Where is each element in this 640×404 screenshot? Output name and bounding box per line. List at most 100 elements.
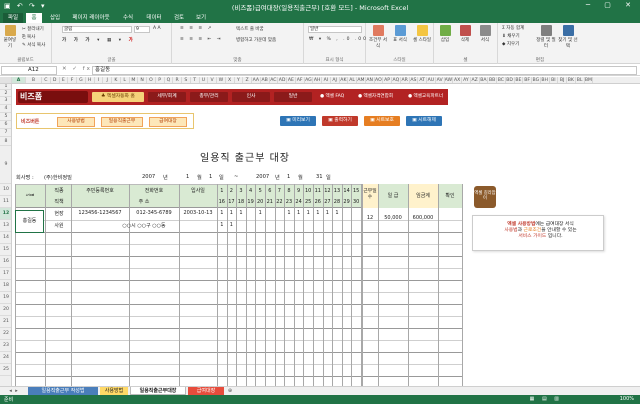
tab-home[interactable]: 홈 <box>26 13 42 23</box>
font-size-select[interactable]: 9 <box>134 26 150 33</box>
row-header-6[interactable]: 6 <box>0 121 11 129</box>
format-cells-button[interactable]: 서식 <box>476 25 494 43</box>
column-header-v[interactable]: V <box>208 77 217 83</box>
column-header-g[interactable]: G <box>77 77 86 83</box>
unprotect-sheet-button[interactable]: ▣ 시트해제 <box>406 116 442 126</box>
add-sheet-icon[interactable]: ⊕ <box>226 387 234 395</box>
column-header-j[interactable]: J <box>103 77 112 83</box>
column-header-ad[interactable]: AD <box>278 77 287 83</box>
formula-input[interactable]: 홍길동 <box>92 66 637 75</box>
column-header-w[interactable]: W <box>217 77 226 83</box>
print-button[interactable]: ▣ 출력하기 <box>322 116 358 126</box>
column-header-an[interactable]: AN <box>366 77 375 83</box>
column-header-bm[interactable]: BM <box>585 77 594 83</box>
row-header-23[interactable]: 23 <box>0 340 11 352</box>
column-header-aq[interactable]: AQ <box>392 77 401 83</box>
column-header-o[interactable]: O <box>147 77 156 83</box>
link-excel-edu[interactable]: ● 엑셀교육파트너 <box>408 92 443 102</box>
row-header-10[interactable]: 10 <box>0 184 11 196</box>
column-header-n[interactable]: N <box>138 77 147 83</box>
nav-general[interactable]: 일반 <box>274 92 312 102</box>
column-header-ax[interactable]: AX <box>453 77 462 83</box>
tab-view[interactable]: 보기 <box>192 13 210 23</box>
row-header-14[interactable]: 14 <box>0 232 11 244</box>
attendance-mark[interactable]: 1 <box>227 210 237 216</box>
clear-button[interactable]: ◆ 지우기 <box>502 41 519 47</box>
column-header-be[interactable]: BE <box>515 77 524 83</box>
column-header-ab[interactable]: AB <box>261 77 270 83</box>
column-header-ap[interactable]: AP <box>383 77 392 83</box>
attendance-mark[interactable]: 1 <box>227 222 237 228</box>
row-header-15[interactable]: 15 <box>0 244 11 256</box>
number-format-buttons[interactable]: ₩ ▾ % , .0 .00 <box>309 37 368 42</box>
row-header-4[interactable]: 4 <box>0 105 11 113</box>
column-header-k[interactable]: K <box>112 77 121 83</box>
window-controls[interactable]: ─ ▢ ✕ <box>586 1 637 9</box>
cell-styles-button[interactable]: 셀 스타일 <box>412 25 432 43</box>
column-header-bi[interactable]: BI <box>550 77 559 83</box>
row-header-11[interactable]: 11 <box>0 196 11 208</box>
column-header-aj[interactable]: AJ <box>331 77 340 83</box>
attendance-mark[interactable]: 1 <box>217 210 227 216</box>
nav-tax-accounting[interactable]: 세무/회계 <box>148 92 186 102</box>
column-header-bg[interactable]: BG <box>532 77 541 83</box>
column-header-am[interactable]: AM <box>357 77 366 83</box>
excel-guide-icon[interactable]: 엑셀 길라잡이 <box>474 186 496 208</box>
sheet-tab-payroll[interactable]: 급여대장 <box>188 387 224 395</box>
column-header-i[interactable]: I <box>95 77 104 83</box>
column-header-bl[interactable]: BL <box>576 77 585 83</box>
row-header-9[interactable]: 9 <box>0 146 11 184</box>
zoom-level[interactable]: 100% <box>620 396 634 402</box>
view-buttons[interactable]: ▦ ▤ ▥ <box>530 396 562 402</box>
column-header-aw[interactable]: AW <box>445 77 454 83</box>
column-header-d[interactable]: D <box>51 77 60 83</box>
tab-insert[interactable]: 삽입 <box>45 13 65 23</box>
attendance-mark[interactable]: 1 <box>323 210 333 216</box>
column-header-q[interactable]: Q <box>165 77 174 83</box>
tab-file[interactable]: 파일 <box>3 13 23 23</box>
column-header-bj[interactable]: BJ <box>558 77 567 83</box>
attendance-mark[interactable]: 1 <box>313 210 323 216</box>
sheet-tab-guide[interactable]: 일용직출근부 작성법 <box>28 387 98 395</box>
row-header-13[interactable]: 13 <box>0 220 11 232</box>
autosum-button[interactable]: Σ 자동 합계 <box>502 25 524 31</box>
column-header-ae[interactable]: AE <box>287 77 296 83</box>
column-header-s[interactable]: S <box>182 77 191 83</box>
name-box[interactable]: A12 <box>1 66 57 75</box>
column-header-h[interactable]: H <box>86 77 95 83</box>
formula-buttons[interactable]: ✕ ✓ fx <box>62 66 92 72</box>
how-to-use-button[interactable]: 사용방법 <box>57 117 95 127</box>
column-header-l[interactable]: L <box>121 77 130 83</box>
cell-position[interactable]: 사원 <box>47 222 71 229</box>
column-header-bc[interactable]: BC <box>497 77 506 83</box>
column-header-ba[interactable]: BA <box>480 77 489 83</box>
column-header-ay[interactable]: AY <box>462 77 471 83</box>
column-header-ai[interactable]: AI <box>322 77 331 83</box>
number-format-select[interactable]: 일반 <box>308 26 362 33</box>
attendance-mark[interactable]: 1 <box>294 210 304 216</box>
column-header-f[interactable]: F <box>68 77 77 83</box>
format-painter-button[interactable]: ✎ 서식 복사 <box>22 42 45 48</box>
bizform-logo[interactable]: 비즈폼 <box>18 91 88 103</box>
sheet-nav-arrows[interactable]: ◂ ▸ <box>2 387 26 395</box>
wrap-text-button[interactable]: 텍스트 줄 바꿈 <box>236 26 264 32</box>
column-header-as[interactable]: AS <box>410 77 419 83</box>
row-header-8[interactable]: 8 <box>0 137 11 146</box>
column-header-bb[interactable]: BB <box>488 77 497 83</box>
column-header-ah[interactable]: AH <box>313 77 322 83</box>
column-header-af[interactable]: AF <box>296 77 305 83</box>
cut-button[interactable]: ✂ 잘라내기 <box>22 26 44 32</box>
attendance-mark[interactable]: 1 <box>255 210 265 216</box>
sheet-tab-howto[interactable]: 사용방법 <box>100 387 128 395</box>
column-header-a[interactable]: A <box>12 77 26 83</box>
column-header-aa[interactable]: AA <box>252 77 261 83</box>
payroll-button[interactable]: 급여대장 <box>149 117 187 127</box>
tab-data[interactable]: 데이터 <box>142 13 166 23</box>
cell-hire-date[interactable]: 2003-10-13 <box>179 210 217 216</box>
link-excel-faq[interactable]: ● 엑셀 FAQ <box>320 92 344 102</box>
conditional-format-button[interactable]: 조건부 서식 <box>368 25 388 49</box>
column-header-at[interactable]: AT <box>418 77 427 83</box>
font-name-select[interactable]: 굴림 <box>62 26 132 33</box>
column-header-x[interactable]: X <box>226 77 235 83</box>
row-header-20[interactable]: 20 <box>0 304 11 316</box>
